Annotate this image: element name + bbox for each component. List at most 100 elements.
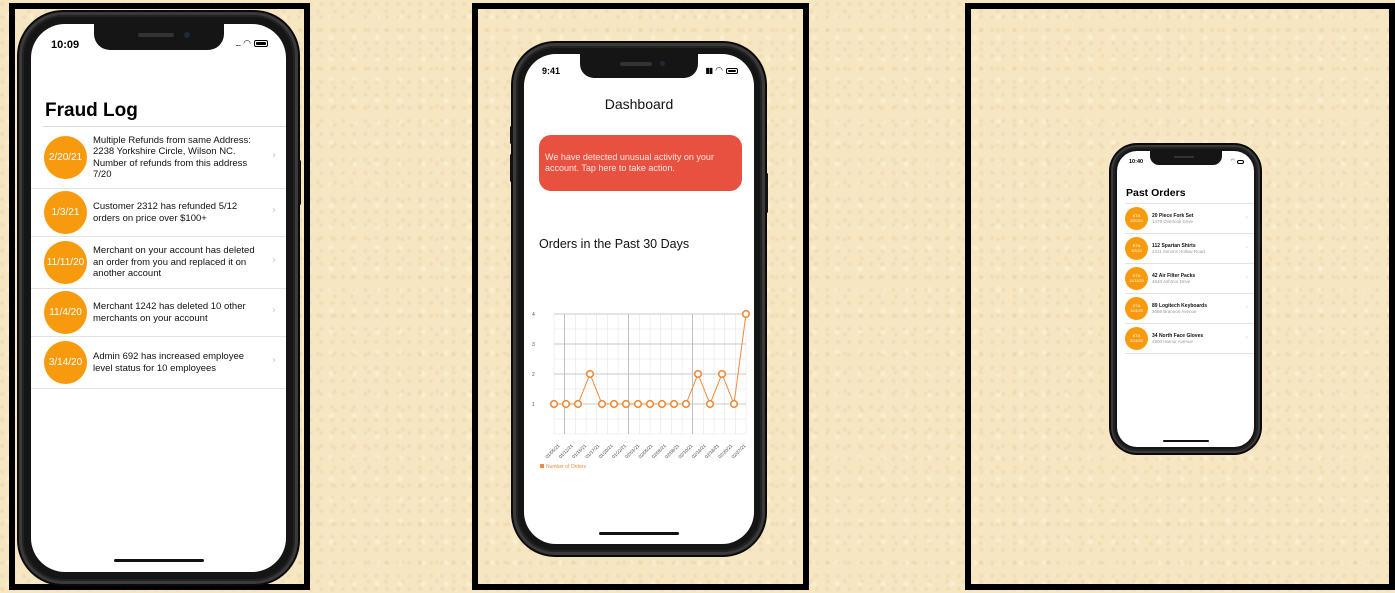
data-point: [609, 399, 619, 409]
eta-badge: ETA 3/14/20: [1125, 327, 1148, 350]
home-indicator[interactable]: [599, 532, 679, 535]
eta-badge: ETA 11/4/20: [1125, 297, 1148, 320]
page-title: Fraud Log: [45, 100, 138, 121]
list-item[interactable]: ETA 2/20/21 20 Piece Fork Set 1479 Overl…: [1125, 204, 1254, 234]
past-orders-list: ETA 2/20/21 20 Piece Fork Set 1479 Overl…: [1125, 203, 1254, 354]
status-time: 10:09: [51, 39, 80, 51]
phone-side-button: [765, 173, 768, 213]
home-indicator[interactable]: [1162, 440, 1209, 442]
eta-badge: ETA 11/11/20: [1125, 267, 1148, 290]
data-point: [645, 399, 655, 409]
status-time: 10:40: [1129, 159, 1144, 165]
eta-date: 1/3/21: [1130, 247, 1143, 253]
phone-notch: [93, 24, 224, 50]
chevron-right-icon: ›: [272, 355, 276, 366]
data-point: [705, 399, 715, 409]
battery-icon: [254, 40, 268, 47]
phone-past-orders: 10:40 ◠ Past Orders ETA 2/20/21 20 Piece…: [1111, 145, 1262, 453]
eta-date: 11/4/20: [1129, 307, 1144, 313]
chevron-right-icon: ›: [272, 150, 276, 161]
list-item[interactable]: 11/4/20 Merchant 1242 has deleted 10 oth…: [31, 289, 286, 337]
legend-swatch: [540, 464, 544, 468]
phone-notch: [580, 54, 698, 78]
wifi-icon: ◠: [243, 38, 251, 48]
speaker-grille: [1173, 156, 1194, 158]
list-item[interactable]: ETA 1/3/21 112 Spartan Shirts 2311 Simon…: [1125, 234, 1254, 264]
data-point: [633, 399, 643, 409]
alert-text: We have detected unusual activity on you…: [545, 152, 714, 173]
data-point: [729, 399, 739, 409]
chevron-right-icon: ›: [1245, 214, 1248, 221]
chevron-right-icon: ›: [272, 255, 276, 266]
data-point: [549, 399, 559, 409]
list-item[interactable]: ETA 11/11/20 42 Air Filter Packs 4540 As…: [1125, 264, 1254, 294]
status-icons: .... ◠: [235, 39, 268, 48]
y-tick-label: 4: [532, 312, 535, 318]
fraud-log-list: 2/20/21 Multiple Refunds from same Addre…: [31, 127, 286, 389]
phone-side-button: [1260, 225, 1262, 247]
data-point: [741, 309, 751, 319]
page-title: Past Orders: [1126, 187, 1186, 199]
legend-label: Number of Orders: [546, 464, 587, 470]
unusual-activity-alert[interactable]: We have detected unusual activity on you…: [539, 135, 742, 191]
order-address: 1479 Overlook Drive: [1152, 219, 1194, 224]
eta-badge: ETA 1/3/21: [1125, 237, 1148, 260]
chevron-right-icon: ›: [272, 305, 276, 316]
chevron-right-icon: ›: [1245, 274, 1248, 281]
list-item[interactable]: 2/20/21 Multiple Refunds from same Addre…: [31, 127, 286, 189]
order-address: 3686 Brannon Avenue: [1152, 309, 1197, 314]
front-camera: [183, 32, 190, 38]
data-point: [669, 399, 679, 409]
list-item[interactable]: 3/14/20 Admin 692 has increased employee…: [31, 337, 286, 389]
wifi-icon: ◠: [715, 65, 723, 75]
data-point: [597, 399, 607, 409]
y-tick-label: 2: [532, 372, 535, 378]
orders-line-chart: 123401/05/2101/12/2101/15/2101/17/2101/2…: [532, 309, 751, 470]
eta-date: 3/14/20: [1129, 337, 1144, 343]
chart-heading: Orders in the Past 30 Days: [539, 237, 690, 251]
list-item[interactable]: ETA 11/4/20 89 Logitech Keyboards 3686 B…: [1125, 294, 1254, 324]
status-time: 9:41: [542, 66, 561, 76]
date-badge: 3/14/20: [44, 341, 87, 384]
y-tick-label: 1: [532, 402, 535, 408]
home-indicator[interactable]: [113, 559, 204, 562]
chevron-right-icon: ›: [1245, 244, 1248, 251]
speaker-grille: [137, 33, 174, 37]
data-point: [693, 369, 703, 379]
chevron-right-icon: ›: [1245, 304, 1248, 311]
chevron-right-icon: ›: [1245, 334, 1248, 341]
list-item-text: Merchant 1242 has deleted 10 other merch…: [93, 301, 246, 324]
x-tick-label: 02/27/21: [731, 443, 747, 459]
list-item-text: Admin 692 has increased employee level s…: [93, 351, 245, 374]
list-item[interactable]: 11/11/20 Merchant on your account has de…: [31, 237, 286, 289]
phone-fraud-log: 10:09 .... ◠ Fraud Log 2/20/21 Multiple …: [19, 12, 301, 584]
eta-date: 11/11/20: [1129, 277, 1144, 283]
date-badge: 11/11/20: [44, 241, 87, 284]
status-icons: ▮▮ ◠: [705, 66, 738, 75]
phone-notch: [1149, 151, 1222, 165]
data-point: [717, 369, 727, 379]
order-address: 4800 Hamor Avenue: [1152, 339, 1193, 344]
data-point: [681, 399, 691, 409]
data-point: [561, 399, 571, 409]
phone-volume-button: [510, 154, 513, 182]
order-address: 2311 Simons Hollow Road: [1152, 249, 1205, 254]
dashboard-screen: 9:41 ▮▮ ◠ Dashboard We have detected unu…: [524, 54, 754, 544]
speaker-grille: [620, 62, 652, 66]
cellular-signal-icon: ▮▮: [705, 66, 713, 75]
list-item-text: Customer 2312 has refunded 5/12 orders o…: [93, 201, 238, 224]
list-item[interactable]: 1/3/21 Customer 2312 has refunded 5/12 o…: [31, 189, 286, 237]
data-point: [657, 399, 667, 409]
status-icons: ◠: [1231, 159, 1244, 164]
y-tick-label: 3: [532, 342, 535, 348]
data-point: [621, 399, 631, 409]
phone-side-button: [298, 160, 301, 205]
list-item-text: Multiple Refunds from same Address: 2238…: [93, 134, 251, 181]
phone-dashboard: 9:41 ▮▮ ◠ Dashboard We have detected unu…: [510, 43, 768, 555]
signal-dots-icon: ....: [235, 39, 241, 48]
date-badge: 2/20/21: [44, 136, 87, 179]
chevron-right-icon: ›: [272, 205, 276, 216]
battery-icon: [726, 67, 738, 74]
list-item[interactable]: ETA 3/14/20 34 North Face Gloves 4800 Ha…: [1125, 324, 1254, 354]
date-badge: 11/4/20: [44, 291, 87, 334]
